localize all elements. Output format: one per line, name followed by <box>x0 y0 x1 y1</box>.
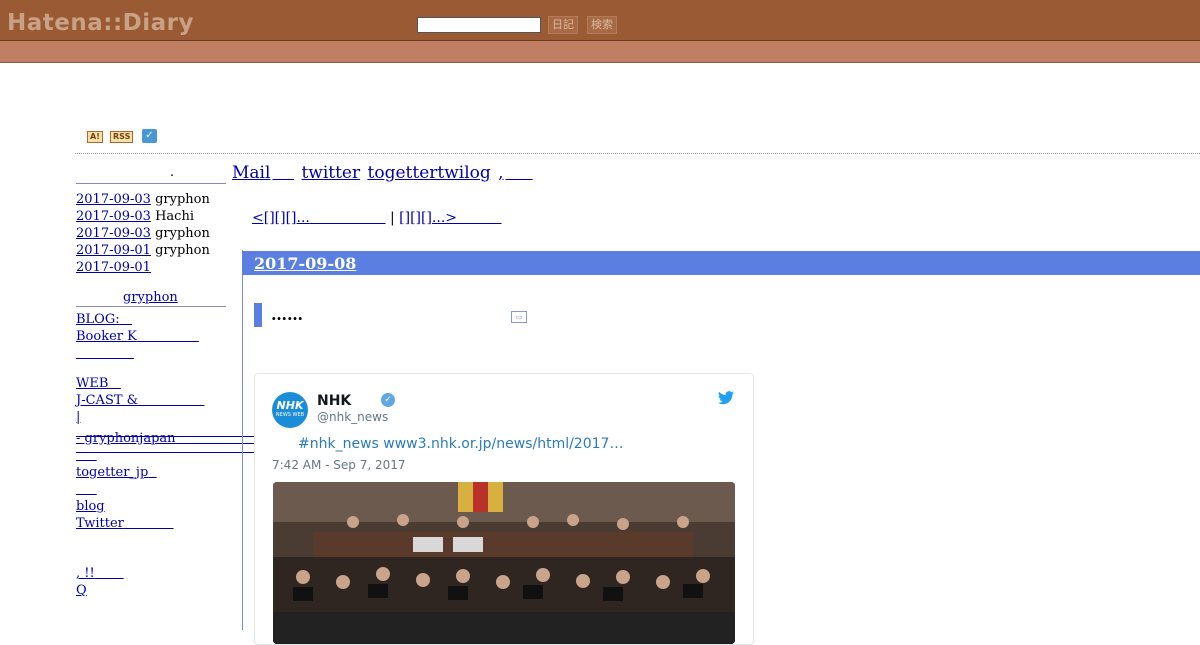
nav-extra-link[interactable]: , <box>498 163 503 183</box>
sidebar-link[interactable]: BLOG: <box>76 312 120 327</box>
site-logo[interactable]: Hatena::Diary <box>7 10 194 36</box>
tweet-link[interactable]: #nhk_news www3.nhk.or.jp/news/html/2017… <box>298 436 623 452</box>
list-item: 2017-09-01 gryphon <box>76 242 226 259</box>
comment-author: Hachi <box>155 209 194 224</box>
comment-date-link[interactable]: 2017-09-03 <box>76 209 151 224</box>
tweet-author-name[interactable]: NHK <box>317 393 351 409</box>
section-marker <box>254 303 262 327</box>
pager-separator: | <box>389 210 395 226</box>
rss-badge[interactable]: RSS <box>110 131 134 143</box>
verified-icon: ✓ <box>381 393 395 407</box>
bookmark-icon[interactable]: ▭ <box>511 311 527 323</box>
avatar[interactable]: NHK NEWS WEB <box>272 392 308 428</box>
top-nav: Mail twitter togettertwilog , <box>232 163 535 183</box>
twitter-bird-icon[interactable] <box>718 391 734 409</box>
nav-mail-link[interactable]: Mail <box>232 163 270 183</box>
comment-date-link[interactable]: 2017-09-01 <box>76 243 151 258</box>
nav-twitter-link[interactable]: twitter <box>301 163 360 183</box>
entry-date-link[interactable]: 2017-09-08 <box>254 254 356 273</box>
list-item: 2017-09-01 <box>76 259 226 276</box>
tweet-timestamp[interactable]: 7:42 AM - Sep 7, 2017 <box>272 458 406 472</box>
sidebar-title: . <box>169 165 174 180</box>
list-item: 2017-09-03 Hachi <box>76 208 226 225</box>
header-bar: Hatena::Diary 日記 検索 <box>0 0 1200 41</box>
twitter-bird-icon[interactable]: ✓ <box>142 129 157 143</box>
sidebar-link[interactable]: togetter_jp <box>76 465 148 480</box>
sidebar-link[interactable]: Q <box>76 583 87 598</box>
diary-button[interactable]: 日記 <box>548 16 578 34</box>
sidebar-link[interactable]: , !! <box>76 566 95 581</box>
sidebar-link[interactable]: J-CAST & <box>76 393 138 408</box>
prev-entry-link[interactable]: <[][][]... <box>252 210 310 226</box>
embedded-tweet[interactable]: NHK NEWS WEB NHK ✓ @nhk_news 7:42 AM - S… <box>254 373 754 645</box>
next-entry-link[interactable]: [][][]...> <box>399 210 457 226</box>
comment-date-link[interactable]: 2017-09-01 <box>76 260 151 275</box>
sidebar-link[interactable]: - gryphonjapan <box>76 431 176 446</box>
sidebar-link[interactable]: | <box>76 410 80 425</box>
comment-author: gryphon <box>155 192 210 207</box>
entry-date-bar: 2017-09-08 <box>242 251 1200 275</box>
antenna-badge[interactable]: A! <box>87 131 103 143</box>
sidebar: . 2017-09-03 gryphon 2017-09-03 Hachi 20… <box>76 165 226 599</box>
tweet-photo[interactable] <box>273 482 735 644</box>
list-item: 2017-09-03 gryphon <box>76 225 226 242</box>
comment-date-link[interactable]: 2017-09-03 <box>76 226 151 241</box>
tweet-author-handle[interactable]: @nhk_news <box>317 410 388 424</box>
sidebar-link[interactable]: Booker K <box>76 329 137 344</box>
profile-link[interactable]: gryphon <box>123 290 178 305</box>
list-item: gryphon <box>76 289 226 306</box>
nav-togetter-link[interactable]: togettertwilog <box>368 163 491 183</box>
sub-header-bar <box>0 41 1200 63</box>
divider <box>75 153 1200 154</box>
sidebar-link[interactable]: WEB <box>76 376 108 391</box>
content-border <box>242 250 243 630</box>
pager: <[][][]... | [][][]...> <box>252 210 502 226</box>
search-input[interactable] <box>417 17 541 33</box>
search-button[interactable]: 検索 <box>587 16 617 34</box>
list-item: 2017-09-03 gryphon <box>76 191 226 208</box>
comment-author: gryphon <box>155 243 210 258</box>
comment-date-link[interactable]: 2017-09-03 <box>76 192 151 207</box>
sidebar-link[interactable]: blog <box>76 499 105 514</box>
section-title: …… <box>271 305 303 324</box>
comment-author: gryphon <box>155 226 210 241</box>
sidebar-link[interactable]: Twitter <box>76 516 124 531</box>
